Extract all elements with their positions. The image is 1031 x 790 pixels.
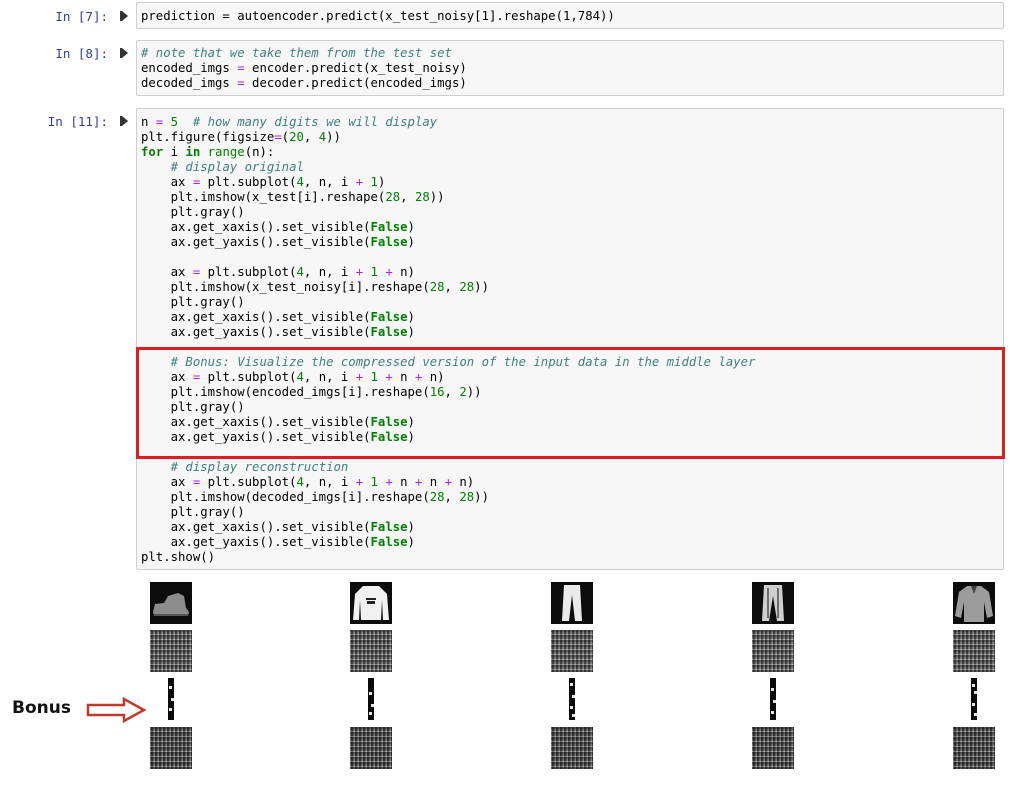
reconstructed-image	[150, 727, 192, 769]
code-line: prediction = autoencoder.predict(x_test_…	[141, 9, 615, 23]
encoded-image	[168, 678, 174, 720]
noisy-image	[953, 630, 995, 672]
code-input[interactable]: n = 5 # how many digits we will display p…	[136, 108, 1004, 570]
code-line: ax.get_xaxis().set_visible(False)	[141, 220, 415, 234]
original-image-ankle-boot	[150, 582, 192, 624]
code-line: plt.imshow(x_test[i].reshape(28, 28))	[141, 190, 445, 204]
code-line: plt.gray()	[141, 205, 245, 219]
code-line: for i in range(n):	[141, 145, 275, 159]
bonus-arrow-icon	[86, 697, 147, 723]
code-line: plt.imshow(decoded_imgs[i].reshape(28, 2…	[141, 490, 489, 504]
reconstructed-image	[551, 727, 593, 769]
code-line: encoded_imgs = encoder.predict(x_test_no…	[141, 61, 467, 75]
run-cell-icon[interactable]	[120, 11, 128, 21]
code-line: ax.get_yaxis().set_visible(False)	[141, 235, 415, 249]
code-line: ax.get_yaxis().set_visible(False)	[141, 325, 415, 339]
encoded-image	[569, 678, 575, 720]
run-cell-icon[interactable]	[120, 116, 128, 126]
encoded-image	[770, 678, 776, 720]
bonus-highlight-box	[136, 347, 1005, 459]
code-line: ax.get_xaxis().set_visible(False)	[141, 310, 415, 324]
code-line: plt.gray()	[141, 295, 245, 309]
original-image-trousers	[551, 582, 593, 624]
encoded-image	[971, 678, 977, 720]
code-line: ax = plt.subplot(4, n, i + 1 + n + n + n…	[141, 475, 475, 489]
noisy-image	[551, 630, 593, 672]
noisy-image	[752, 630, 794, 672]
code-line: plt.imshow(x_test_noisy[i].reshape(28, 2…	[141, 280, 489, 294]
code-input[interactable]: # note that we take them from the test s…	[136, 40, 1004, 96]
cell-prompt: In [7]:	[55, 9, 108, 24]
code-input[interactable]: prediction = autoencoder.predict(x_test_…	[136, 2, 1004, 29]
original-image-trousers	[752, 582, 794, 624]
original-image-sweater	[350, 582, 392, 624]
cell-prompt: In [8]:	[55, 46, 108, 61]
noisy-image	[150, 630, 192, 672]
code-line: plt.show()	[141, 550, 216, 564]
original-image-shirt	[953, 582, 995, 624]
code-line: ax.get_xaxis().set_visible(False)	[141, 520, 415, 534]
cell-prompt: In [11]:	[47, 114, 108, 129]
reconstructed-image	[752, 727, 794, 769]
code-line: decoded_imgs = decoder.predict(encoded_i…	[141, 76, 467, 90]
run-cell-icon[interactable]	[120, 48, 128, 58]
bonus-label: Bonus	[12, 698, 71, 718]
code-line: n = 5 # how many digits we will display	[141, 115, 438, 129]
noisy-image	[350, 630, 392, 672]
code-line: ax = plt.subplot(4, n, i + 1)	[141, 175, 386, 189]
code-line: # note that we take them from the test s…	[141, 46, 452, 60]
code-line: plt.figure(figsize=(20, 4))	[141, 130, 341, 144]
code-line: plt.gray()	[141, 505, 245, 519]
code-line: # display original	[170, 160, 304, 174]
reconstructed-image	[350, 727, 392, 769]
code-line: ax.get_yaxis().set_visible(False)	[141, 535, 415, 549]
code-line: # display reconstruction	[170, 460, 349, 474]
encoded-image	[368, 678, 374, 720]
code-line: ax = plt.subplot(4, n, i + 1 + n)	[141, 265, 415, 279]
reconstructed-image	[953, 727, 995, 769]
cell-output-figure	[0, 575, 1031, 790]
